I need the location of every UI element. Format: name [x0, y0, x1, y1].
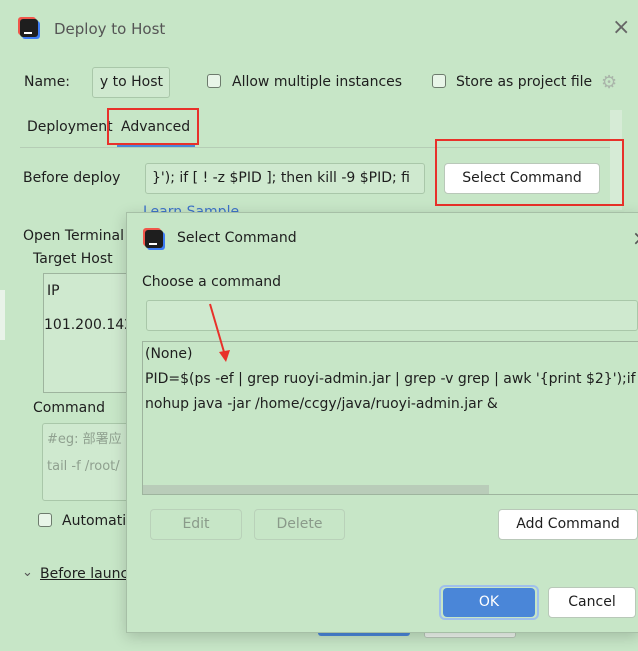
window-title: Deploy to Host: [54, 20, 166, 38]
before-deploy-label: Before deploy: [23, 170, 121, 186]
tab-deployment[interactable]: Deployment: [27, 119, 113, 135]
cancel-button[interactable]: Cancel: [548, 587, 636, 618]
add-command-button[interactable]: Add Command: [498, 509, 638, 540]
automation-checkbox[interactable]: [38, 513, 52, 527]
store-project-label: Store as project file: [456, 74, 593, 90]
command-list-item[interactable]: (None): [145, 346, 192, 362]
dialog-logo-icon: [145, 230, 163, 248]
ip-column-header: IP: [47, 283, 60, 299]
dialog-close-icon[interactable]: ×: [632, 226, 638, 250]
before-launch-label[interactable]: Before launc: [40, 566, 128, 582]
allow-multiple-checkbox[interactable]: [207, 74, 221, 88]
select-command-highlight-box: [435, 139, 624, 206]
gear-icon[interactable]: ⚙: [601, 72, 617, 93]
allow-multiple-label: Allow multiple instances: [232, 74, 403, 90]
name-field[interactable]: y to Host: [92, 67, 170, 98]
delete-button[interactable]: Delete: [254, 509, 345, 540]
open-terminal-label: Open Terminal: [23, 228, 125, 244]
app-logo-icon: [20, 19, 38, 37]
ip-cell: 101.200.142: [44, 317, 134, 333]
before-deploy-value: }'); if [ ! -z $PID ]; then kill -9 $PID…: [152, 170, 410, 186]
dialog-title: Select Command: [177, 230, 297, 246]
annotation-arrow-line: [209, 303, 225, 353]
window-close-icon[interactable]: ×: [612, 15, 630, 40]
command-label: Command: [33, 400, 105, 416]
horizontal-scrollbar[interactable]: [143, 485, 489, 494]
name-field-value: y to Host: [99, 74, 163, 90]
name-label: Name:: [24, 74, 71, 90]
chevron-down-icon[interactable]: ⌄: [22, 565, 33, 580]
store-project-checkbox[interactable]: [432, 74, 446, 88]
choose-command-label: Choose a command: [142, 274, 282, 290]
command-list-item[interactable]: PID=$(ps -ef | grep ruoyi-admin.jar | gr…: [145, 371, 638, 387]
command-list-item[interactable]: nohup java -jar /home/ccgy/java/ruoyi-ad…: [145, 396, 498, 412]
annotation-arrow: [209, 303, 230, 362]
before-deploy-field[interactable]: }'); if [ ! -z $PID ]; then kill -9 $PID…: [145, 163, 425, 194]
underlying-window-edge: [0, 290, 5, 340]
edit-button[interactable]: Edit: [150, 509, 242, 540]
target-host-label: Target Host: [33, 251, 113, 267]
automation-label: Automatio: [62, 513, 135, 529]
annotation-arrow-head: [219, 350, 230, 362]
advanced-highlight-box: [107, 108, 199, 145]
ok-button[interactable]: OK: [443, 588, 535, 617]
